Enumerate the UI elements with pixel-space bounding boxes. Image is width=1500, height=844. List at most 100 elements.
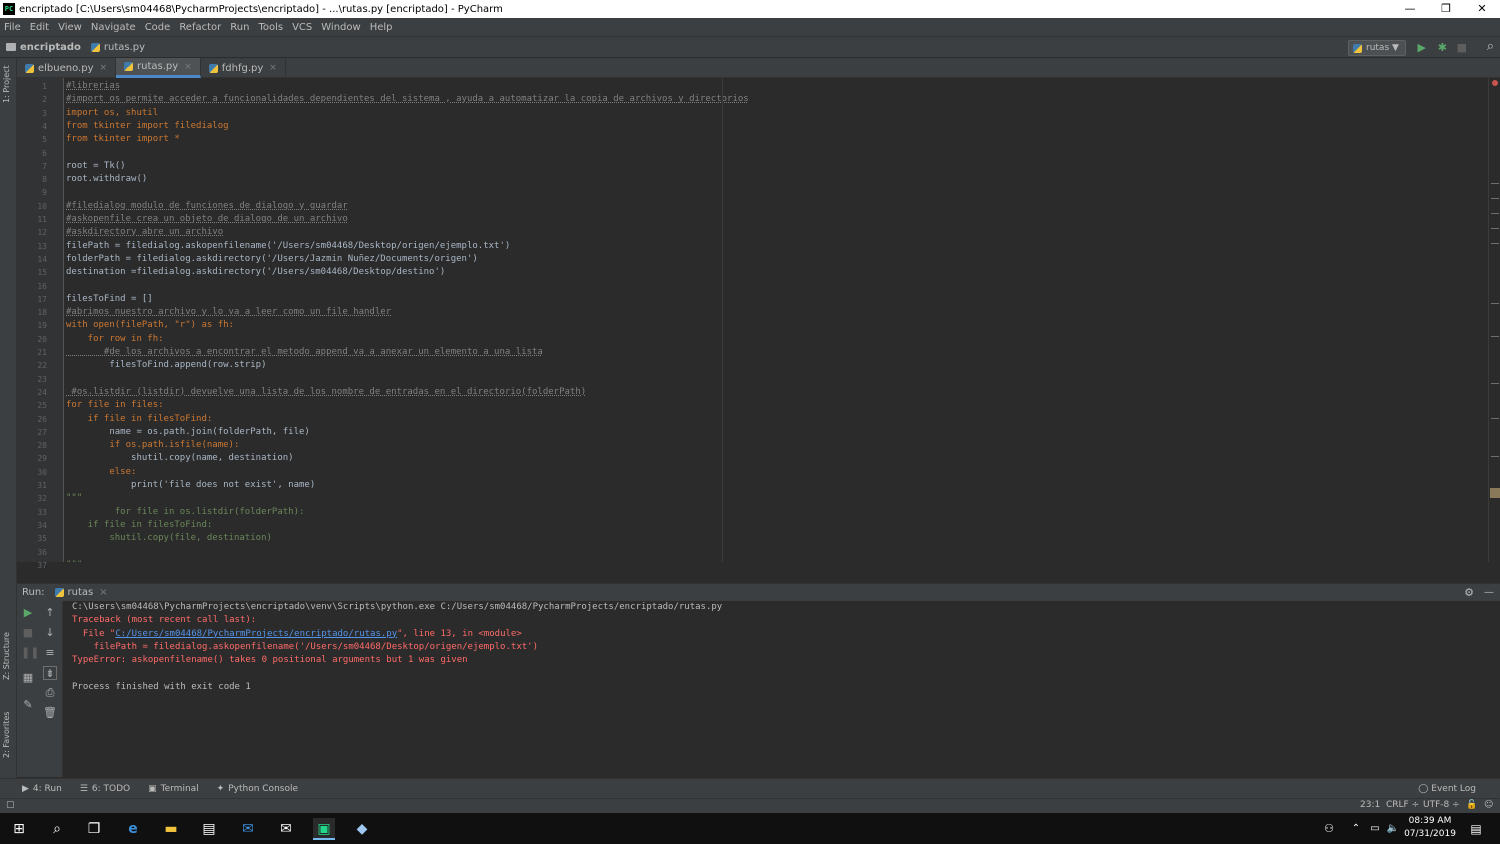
close-tab-icon[interactable]: × — [184, 62, 192, 72]
line-number[interactable]: 27 — [17, 426, 47, 439]
error-indicator-icon[interactable] — [1492, 80, 1498, 86]
line-number[interactable]: 9 — [17, 186, 47, 199]
soft-wrap-icon[interactable]: ≡ — [43, 646, 57, 660]
menu-view[interactable]: View — [58, 22, 82, 33]
print-icon[interactable]: ⎙ — [43, 686, 57, 700]
stop-icon[interactable]: ■ — [21, 626, 35, 640]
notifications-icon[interactable]: ▤ — [1465, 818, 1487, 840]
structure-tool-tab[interactable]: Z: Structure — [2, 632, 11, 680]
line-number[interactable]: 20 — [17, 333, 47, 346]
people-icon[interactable]: ⚇ — [1318, 818, 1340, 840]
close-run-tab-icon[interactable]: × — [99, 587, 107, 598]
clock-date[interactable]: 07/31/2019 — [1404, 829, 1456, 839]
python-idle-icon[interactable]: ◆ — [351, 818, 373, 840]
clock-time[interactable]: 08:39 AM — [1408, 816, 1452, 826]
menu-edit[interactable]: Edit — [30, 22, 49, 33]
edge-browser-icon[interactable]: e — [122, 818, 144, 840]
settings-gear-icon[interactable]: ⚙ — [1464, 586, 1474, 599]
line-number[interactable]: 34 — [17, 519, 47, 532]
lock-icon[interactable]: 🔓 — [1466, 800, 1477, 810]
arrow-up-icon[interactable]: ↑ — [43, 606, 57, 620]
pause-icon[interactable]: ❚❚ — [21, 646, 39, 660]
line-number[interactable]: 16 — [17, 280, 47, 293]
close-window-button[interactable]: ✕ — [1464, 0, 1500, 18]
outlook-icon[interactable]: ✉ — [237, 818, 259, 840]
store-icon[interactable]: ▤ — [198, 818, 220, 840]
line-number[interactable]: 21 — [17, 346, 47, 359]
line-number[interactable]: 31 — [17, 479, 47, 492]
line-number[interactable]: 1 — [17, 80, 47, 93]
code-editor[interactable]: #librerias #import os permite acceder a f… — [64, 78, 1488, 562]
terminal-tool-button[interactable]: ▣ Terminal — [148, 784, 199, 794]
tab-elbueno[interactable]: elbueno.py × — [17, 58, 117, 78]
menu-refactor[interactable]: Refactor — [179, 22, 221, 33]
line-number[interactable]: 35 — [17, 532, 47, 545]
caret-position[interactable]: 23:1 — [1360, 800, 1380, 810]
line-number[interactable]: 2 — [17, 93, 47, 106]
python-console-tool-button[interactable]: ✦ Python Console — [217, 784, 298, 794]
menu-navigate[interactable]: Navigate — [91, 22, 136, 33]
minimize-button[interactable]: — — [1392, 0, 1428, 18]
line-number[interactable]: 3 — [17, 107, 47, 120]
line-number[interactable]: 32 — [17, 492, 47, 505]
layout-icon[interactable]: ▦ — [21, 671, 35, 685]
search-icon[interactable]: ⌕ — [1487, 39, 1494, 54]
menu-file[interactable]: File — [4, 22, 21, 33]
line-separator[interactable]: CRLF ÷ — [1386, 800, 1419, 810]
file-encoding[interactable]: UTF-8 ÷ — [1423, 800, 1460, 810]
project-tool-tab[interactable]: 1: Project — [2, 65, 11, 103]
favorites-tool-tab[interactable]: 2: Favorites — [2, 712, 11, 758]
windows-start-icon[interactable]: ⊞ — [8, 818, 30, 840]
line-number[interactable]: 10 — [17, 200, 47, 213]
pin-icon[interactable]: ✎ — [21, 698, 35, 712]
run-console[interactable]: C:\Users\sm04468\PycharmProjects\encript… — [63, 601, 1500, 777]
toggle-tool-windows-icon[interactable]: ▢ — [6, 800, 15, 810]
menu-run[interactable]: Run — [230, 22, 249, 33]
pycharm-taskbar-icon[interactable]: ▣ — [313, 818, 335, 840]
file-explorer-icon[interactable]: ▬ — [160, 818, 182, 840]
search-icon[interactable]: ⌕ — [46, 818, 68, 840]
stop-icon[interactable]: ■ — [1457, 41, 1467, 54]
rerun-icon[interactable]: ▶ — [21, 606, 35, 620]
run-config-dropdown[interactable]: rutas ▼ — [1348, 40, 1406, 56]
scrollbar-thumb[interactable] — [1490, 488, 1500, 498]
close-tab-icon[interactable]: × — [100, 63, 108, 73]
run-tab-rutas[interactable]: rutas — [68, 587, 94, 598]
line-number[interactable]: 30 — [17, 466, 47, 479]
arrow-down-icon[interactable]: ↓ — [43, 626, 57, 640]
menu-vcs[interactable]: VCS — [292, 22, 312, 33]
line-number[interactable]: 4 — [17, 120, 47, 133]
menu-code[interactable]: Code — [145, 22, 171, 33]
hide-panel-icon[interactable]: — — [1484, 587, 1494, 598]
line-number[interactable]: 24 — [17, 386, 47, 399]
volume-icon[interactable]: 🔈 — [1382, 818, 1404, 840]
line-number[interactable]: 19 — [17, 319, 47, 332]
line-number[interactable]: 17 — [17, 293, 47, 306]
line-number[interactable]: 36 — [17, 546, 47, 559]
line-number[interactable]: 15 — [17, 266, 47, 279]
line-number[interactable]: 33 — [17, 506, 47, 519]
todo-tool-button[interactable]: ☰ 6: TODO — [80, 784, 130, 794]
line-number[interactable]: 22 — [17, 359, 47, 372]
run-tool-button[interactable]: ▶ 4: Run — [22, 784, 62, 794]
line-number[interactable]: 5 — [17, 133, 47, 146]
line-number[interactable]: 28 — [17, 439, 47, 452]
scroll-to-end-icon[interactable]: ⇟ — [43, 666, 57, 680]
close-tab-icon[interactable]: × — [269, 63, 277, 73]
line-number[interactable]: 23 — [17, 373, 47, 386]
breadcrumb-project[interactable]: encriptado — [20, 42, 81, 53]
mail-icon[interactable]: ✉ — [275, 818, 297, 840]
menu-window[interactable]: Window — [321, 22, 360, 33]
restore-button[interactable]: ❐ — [1428, 0, 1464, 18]
line-number[interactable]: 26 — [17, 413, 47, 426]
error-stripe[interactable] — [1488, 78, 1500, 562]
line-number[interactable]: 29 — [17, 452, 47, 465]
menu-tools[interactable]: Tools — [258, 22, 283, 33]
line-number[interactable]: 7 — [17, 160, 47, 173]
line-number[interactable]: 8 — [17, 173, 47, 186]
traceback-file-link[interactable]: C:/Users/sm04468/PycharmProjects/encript… — [115, 629, 397, 639]
line-number[interactable]: 13 — [17, 240, 47, 253]
debug-icon[interactable]: ✱ — [1438, 41, 1447, 54]
menu-help[interactable]: Help — [370, 22, 393, 33]
line-number[interactable]: 25 — [17, 399, 47, 412]
